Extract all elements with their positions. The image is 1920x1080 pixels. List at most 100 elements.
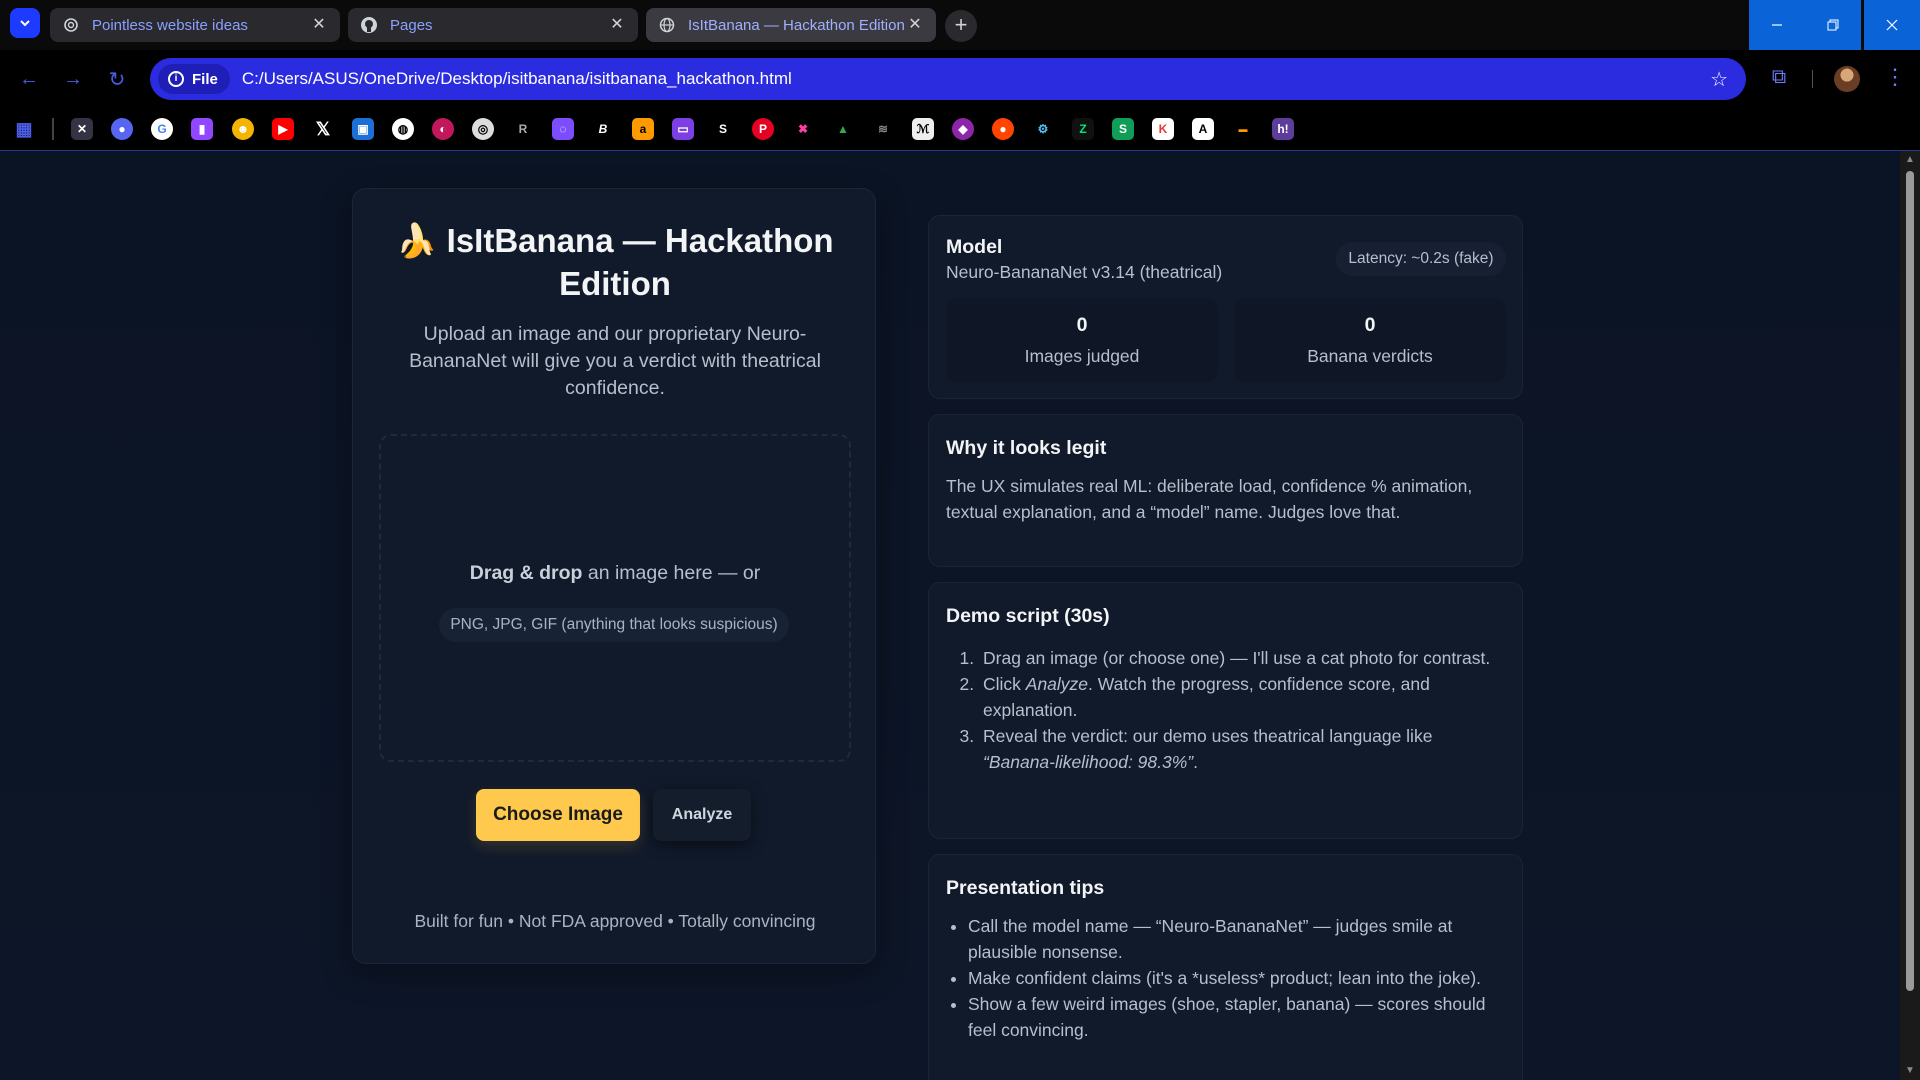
card-heading: Presentation tips — [946, 877, 1105, 899]
card-footer: Built for fun • Not FDA approved • Total… — [414, 911, 816, 931]
latency-badge: Latency: ~0.2s (fake) — [1336, 242, 1506, 276]
bookmark-icon[interactable]: h! — [1272, 118, 1294, 140]
list-item: Drag an image (or choose one) — I'll use… — [979, 645, 1499, 671]
tips-list: Call the model name — “Neuro-BananaNet” … — [968, 913, 1508, 1043]
tab-search-button[interactable] — [10, 8, 40, 38]
bookmark-icon[interactable]: ☻ — [232, 118, 254, 140]
scroll-thumb[interactable] — [1906, 171, 1914, 991]
model-heading: Model — [946, 236, 1003, 258]
forward-icon[interactable]: → — [58, 64, 88, 94]
github-icon — [360, 16, 378, 34]
page-subtitle: Upload an image and our proprietary Neur… — [409, 323, 821, 399]
bookmark-icon[interactable]: ◌ — [552, 118, 574, 140]
new-tab-button[interactable]: + — [945, 10, 977, 42]
stat-images-judged: 0 Images judged — [946, 298, 1218, 382]
bookmark-icon[interactable]: ▬ — [1232, 118, 1254, 140]
reddit-icon[interactable]: ● — [992, 118, 1014, 140]
site-info-chip[interactable]: i File — [158, 64, 230, 94]
list-item: Click Analyze. Watch the progress, confi… — [979, 671, 1499, 723]
step-text: Reveal the verdict: our demo uses theatr… — [983, 726, 1433, 746]
youtube-icon[interactable]: ▶ — [272, 118, 294, 140]
toolbar-divider — [1812, 70, 1813, 88]
list-item: Call the model name — “Neuro-BananaNet” … — [968, 913, 1508, 965]
image-dropzone[interactable]: Drag & drop an image here — or PNG, JPG,… — [379, 434, 851, 762]
list-item: Reveal the verdict: our demo uses theatr… — [979, 723, 1499, 775]
reload-icon[interactable]: ↻ — [102, 64, 132, 94]
google-icon[interactable]: G — [151, 118, 173, 140]
bookmarks-bar: ▦ ✕ ● G ▮ ☻ ▶ 𝕏 ▣ ◍ ◐ ◎ R ◌ B a ▭ S P ✖ … — [0, 108, 1920, 151]
x-icon[interactable]: 𝕏 — [312, 118, 334, 140]
address-bar[interactable]: i File C:/Users/ASUS/OneDrive/Desktop/is… — [150, 58, 1746, 100]
model-name: Neuro-BananaNet v3.14 (theatrical) — [946, 262, 1223, 282]
dropzone-instruction: Drag & drop an image here — or — [381, 562, 849, 585]
bookmark-icon[interactable]: ✕ — [71, 118, 93, 140]
close-window-button[interactable] — [1864, 0, 1920, 50]
extensions-icon[interactable]: ⧉ — [1766, 66, 1792, 92]
scroll-up-icon[interactable]: ▲ — [1905, 155, 1915, 165]
twitch-icon[interactable]: ▮ — [191, 118, 213, 140]
drive-icon[interactable]: ▲ — [832, 118, 854, 140]
menu-kebab-icon[interactable]: ⋮ — [1884, 64, 1906, 90]
bookmark-icon[interactable]: ◆ — [952, 118, 974, 140]
bookmark-icon[interactable]: B — [592, 118, 614, 140]
file-chip-label: File — [192, 70, 218, 88]
pinterest-icon[interactable]: P — [752, 118, 774, 140]
stat-banana-verdicts: 0 Banana verdicts — [1234, 298, 1506, 382]
bookmark-icon[interactable]: K — [1152, 118, 1174, 140]
bookmark-icon[interactable]: R — [512, 118, 534, 140]
bookmark-icon[interactable]: S — [1112, 118, 1134, 140]
dropzone-text: an image here — or — [582, 562, 761, 584]
bookmark-icon[interactable]: ℳ — [912, 118, 934, 140]
bookmark-icon[interactable]: ▭ — [672, 118, 694, 140]
close-icon[interactable]: ✕ — [310, 16, 328, 34]
profile-avatar[interactable] — [1834, 66, 1860, 92]
file-types-hint: PNG, JPG, GIF (anything that looks suspi… — [439, 608, 789, 642]
stat-value: 0 — [1364, 314, 1376, 336]
bookmark-star-icon[interactable]: ☆ — [1710, 67, 1728, 92]
bookmark-icon[interactable]: ◎ — [472, 118, 494, 140]
page-scrollbar[interactable]: ▲ ▼ — [1900, 151, 1920, 1080]
close-icon — [1886, 19, 1898, 31]
step-text: . — [1193, 752, 1199, 772]
tab-pages[interactable]: Pages ✕ — [348, 8, 638, 42]
bookmark-icon[interactable]: ▣ — [352, 118, 374, 140]
tab-pointless-ideas[interactable]: Pointless website ideas ✕ — [50, 8, 340, 42]
discord-icon[interactable]: ● — [111, 118, 133, 140]
choose-image-button[interactable]: Choose Image — [476, 789, 640, 841]
restore-icon — [1827, 19, 1839, 31]
bookmark-icon[interactable]: ◍ — [392, 118, 414, 140]
bookmark-icon[interactable]: ◐ — [432, 118, 454, 140]
stat-label: Images judged — [1024, 346, 1140, 366]
analyze-button[interactable]: Analyze — [653, 789, 751, 841]
stat-label: Banana verdicts — [1307, 346, 1433, 366]
bookmark-icon[interactable]: ≋ — [872, 118, 894, 140]
back-icon[interactable]: ← — [14, 64, 44, 94]
restore-button[interactable] — [1805, 0, 1861, 50]
demo-steps: Drag an image (or choose one) — I'll use… — [979, 645, 1499, 775]
url-text[interactable]: C:/Users/ASUS/OneDrive/Desktop/isitbanan… — [242, 69, 1710, 89]
tab-title: Pointless website ideas — [92, 16, 248, 34]
card-heading: Why it looks legit — [946, 437, 1107, 459]
minimize-button[interactable] — [1749, 0, 1805, 50]
chevron-down-icon — [20, 20, 30, 27]
step-emphasis: Analyze — [1025, 674, 1089, 694]
bookmark-icon[interactable]: S — [712, 118, 734, 140]
step-emphasis: “Banana-likelihood: 98.3%” — [983, 752, 1194, 772]
page-viewport: 🍌 IsItBanana — Hackathon Edition Upload … — [0, 151, 1900, 1080]
card-body: The UX simulates real ML: deliberate loa… — [946, 476, 1473, 522]
close-icon[interactable]: ✕ — [608, 16, 626, 34]
apps-grid-icon[interactable]: ▦ — [13, 118, 35, 140]
bookmark-icon[interactable]: A — [1192, 118, 1214, 140]
bookmark-icon[interactable]: ⚙ — [1032, 118, 1054, 140]
tab-strip: Pointless website ideas ✕ Pages ✕ IsItBa… — [0, 0, 1920, 50]
bookmark-icon[interactable]: Z — [1072, 118, 1094, 140]
close-icon[interactable]: ✕ — [906, 16, 924, 34]
why-legit-card: Why it looks legit The UX simulates real… — [928, 414, 1523, 567]
bookmark-icon[interactable]: ✖ — [792, 118, 814, 140]
bookmark-divider — [52, 118, 54, 140]
page-title: 🍌 IsItBanana — Hackathon Edition — [396, 222, 834, 302]
scroll-down-icon[interactable]: ▼ — [1905, 1066, 1915, 1076]
tab-isitbanana[interactable]: IsItBanana — Hackathon Edition ✕ — [646, 8, 936, 42]
amazon-icon[interactable]: a — [632, 118, 654, 140]
globe-icon — [658, 16, 676, 34]
